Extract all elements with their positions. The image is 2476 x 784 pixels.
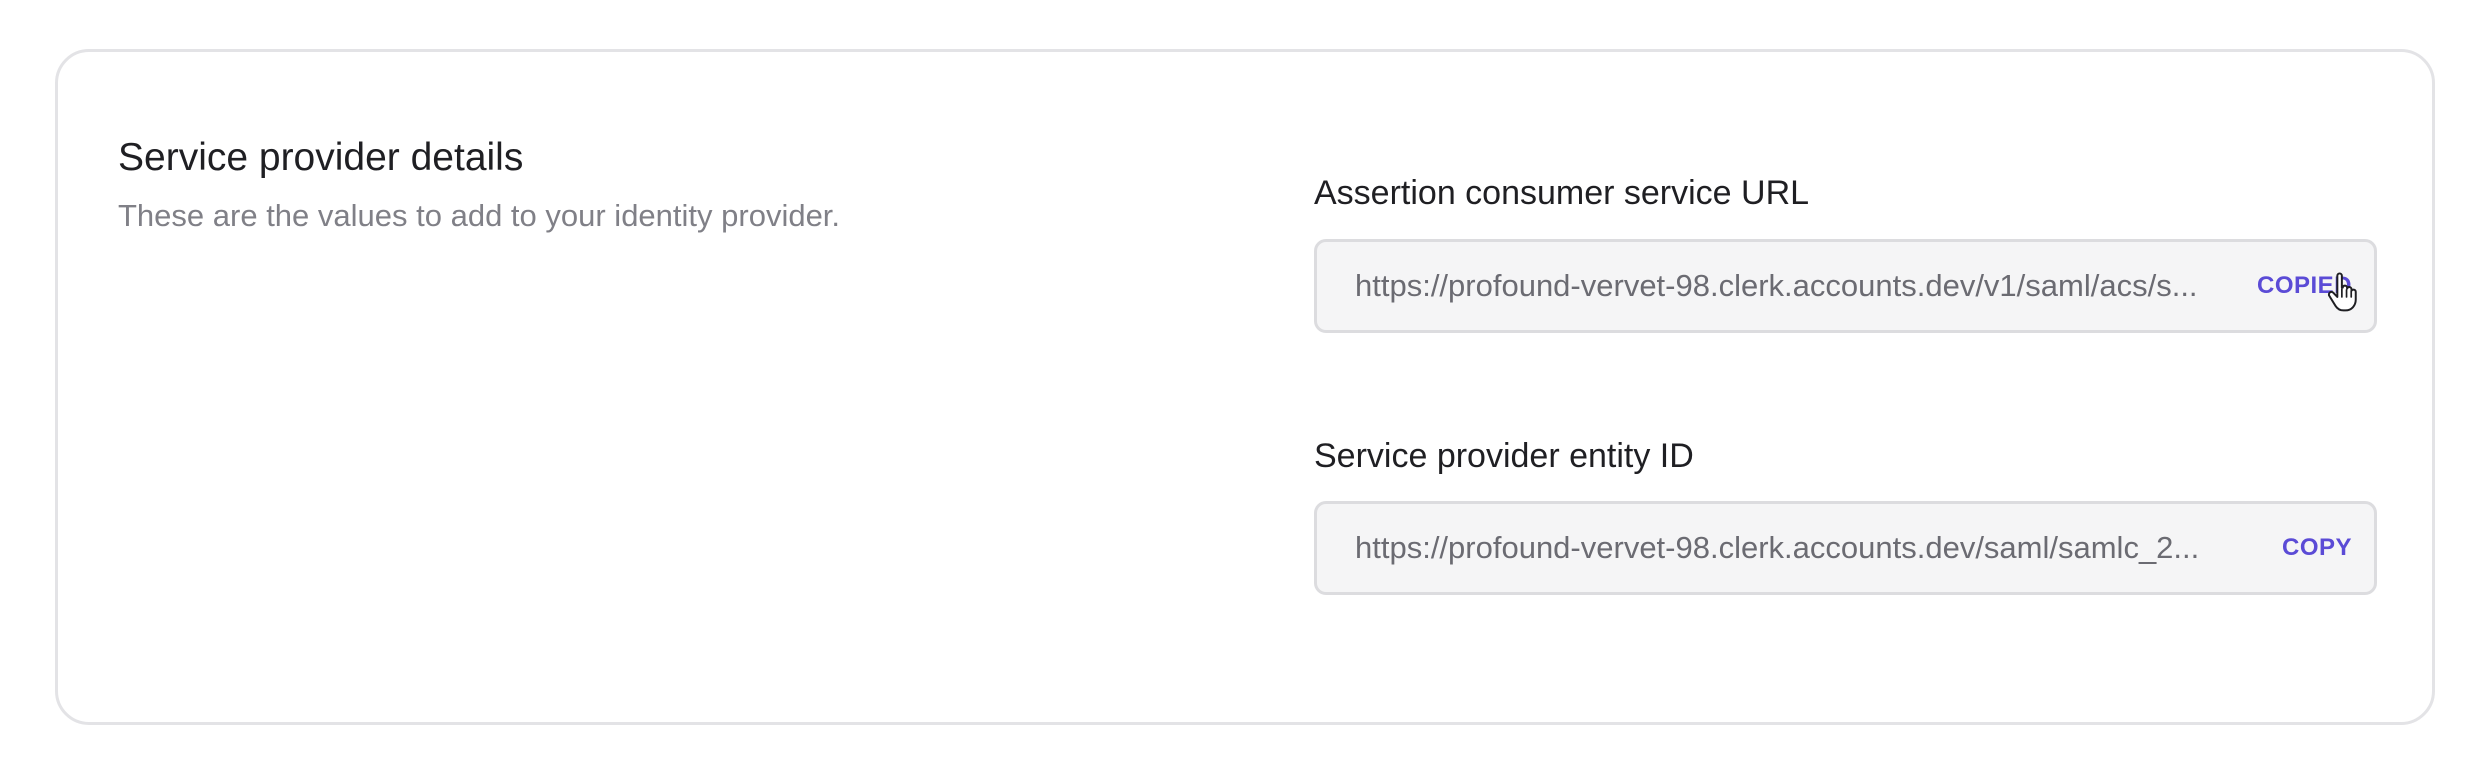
service-provider-card: Service provider details These are the v… — [55, 49, 2435, 725]
acs-url-value[interactable]: https://profound-vervet-98.clerk.account… — [1355, 242, 2198, 330]
hand-pointer-cursor-icon — [2327, 272, 2357, 312]
entity-id-value[interactable]: https://profound-vervet-98.clerk.account… — [1355, 504, 2199, 592]
entity-id-field: https://profound-vervet-98.clerk.account… — [1314, 501, 2377, 595]
entity-id-label: Service provider entity ID — [1314, 437, 1694, 475]
acs-url-field: https://profound-vervet-98.clerk.account… — [1314, 239, 2377, 333]
section-title: Service provider details — [118, 136, 524, 179]
section-description: These are the values to add to your iden… — [118, 198, 841, 233]
entity-id-copy-button[interactable]: COPY — [2282, 504, 2352, 592]
acs-url-label: Assertion consumer service URL — [1314, 174, 1810, 212]
